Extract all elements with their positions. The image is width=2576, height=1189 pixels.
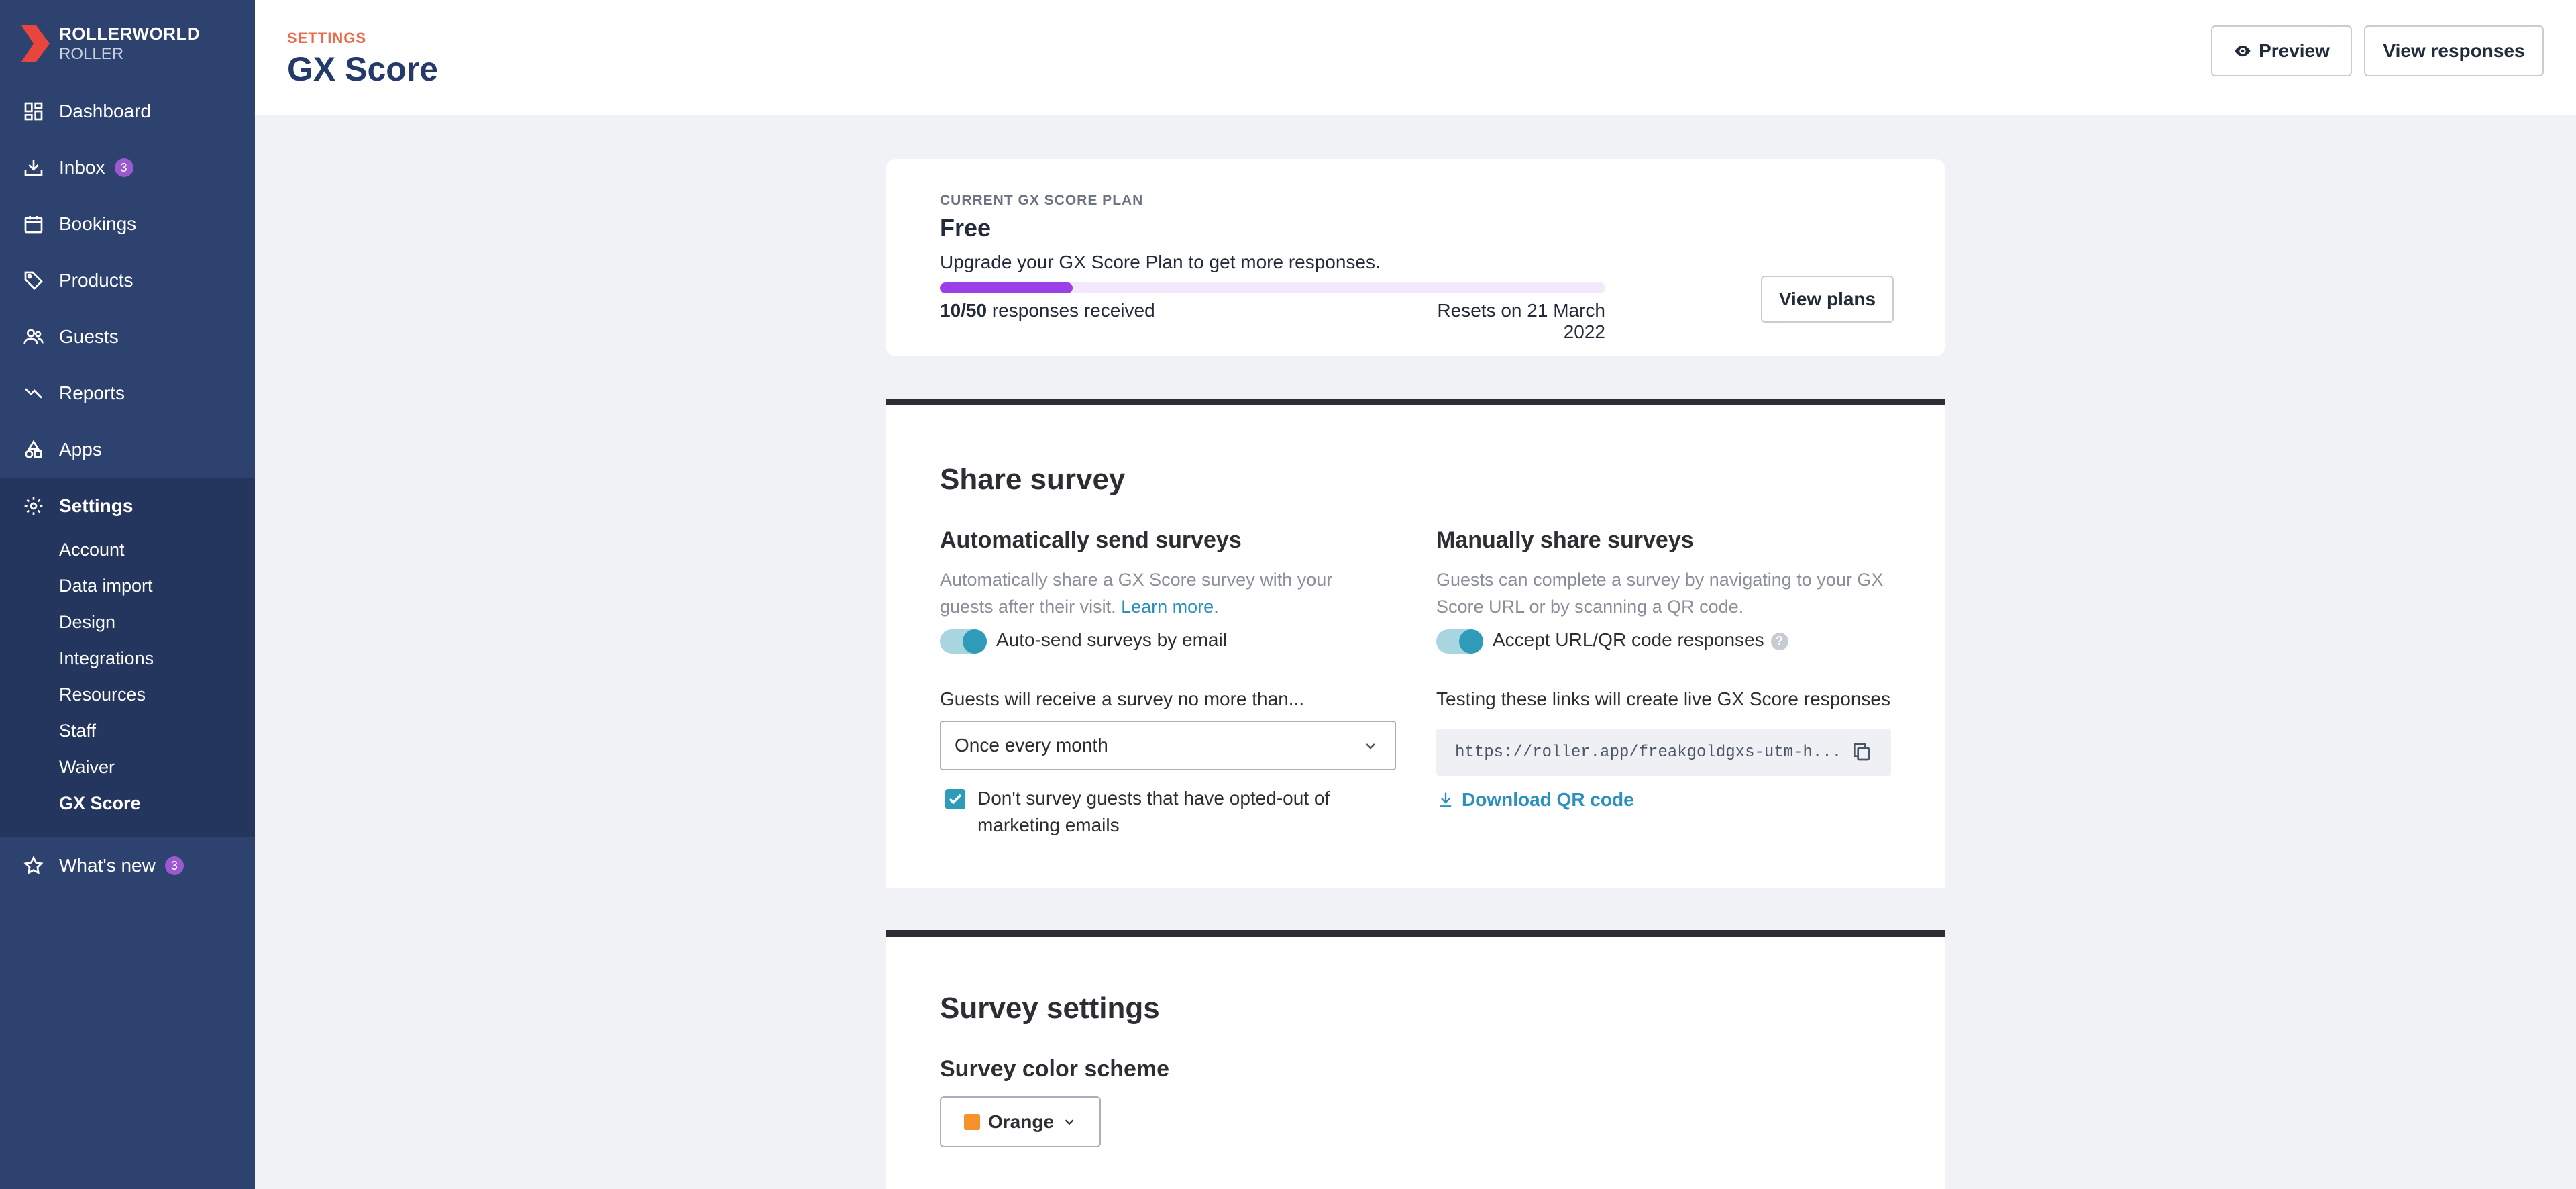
testing-note: Testing these links will create live GX … (1436, 688, 1890, 709)
survey-settings-title: Survey settings (940, 992, 1160, 1025)
breadcrumb[interactable]: SETTINGS (287, 30, 366, 47)
share-survey-title: Share survey (940, 463, 1126, 496)
checkmark-icon (949, 794, 962, 805)
sidebar-item-reports[interactable]: Reports (0, 365, 255, 421)
page-title: GX Score (287, 50, 439, 88)
help-icon[interactable]: ? (1770, 632, 1788, 650)
opt-out-checkbox[interactable] (945, 789, 965, 809)
guests-icon (23, 329, 44, 344)
sidebar-item-label: Guests (59, 326, 119, 347)
auto-send-title: Automatically send surveys (940, 527, 1242, 553)
roller-logo-icon (21, 25, 50, 62)
opt-out-checkbox-label: Don't survey guests that have opted-out … (977, 788, 1330, 835)
dashboard-icon (24, 102, 43, 121)
chevron-down-icon (1065, 1119, 1074, 1125)
sidebar-item-label: Reports (59, 382, 125, 403)
responses-count: 10/50 responses received (940, 300, 1155, 321)
tag-icon (24, 271, 43, 290)
sidebar-item-products[interactable]: Products (0, 252, 255, 309)
settings-sub-integrations[interactable]: Integrations (59, 648, 154, 669)
view-plans-button[interactable]: View plans (1761, 276, 1894, 323)
apps-icon (25, 440, 42, 458)
auto-send-toggle[interactable] (940, 629, 987, 654)
download-qr-link[interactable]: Download QR code (1436, 789, 1634, 811)
settings-sub-resources[interactable]: Resources (59, 684, 146, 705)
whats-new-badge: 3 (164, 856, 184, 875)
brand[interactable]: ROLLERWORLD ROLLER (20, 23, 200, 64)
sidebar-item-dashboard[interactable]: Dashboard (0, 83, 255, 140)
color-scheme-title: Survey color scheme (940, 1056, 1170, 1082)
manual-share-description: Guests can complete a survey by navigati… (1436, 570, 1884, 617)
download-qr-label: Download QR code (1462, 789, 1634, 810)
learn-more-link[interactable]: Learn more. (1121, 597, 1219, 617)
settings-sub-data-import[interactable]: Data import (59, 576, 153, 597)
plan-name: Free (940, 214, 991, 242)
chevron-down-icon (1366, 743, 1375, 749)
gear-icon (24, 497, 43, 515)
survey-url: https://roller.app/freakgoldgxs-utm-h... (1455, 743, 1842, 762)
sidebar-item-label: Dashboard (59, 101, 151, 121)
inbox-icon (24, 160, 43, 176)
settings-sub-waiver[interactable]: Waiver (59, 757, 115, 778)
accept-url-toggle-label: Accept URL/QR code responses? (1493, 629, 1788, 651)
sidebar-item-label: What's new (59, 855, 156, 876)
color-scheme-value: Orange (988, 1111, 1055, 1132)
share-survey-card: Share survey Automatically send surveys … (886, 399, 1945, 888)
sidebar-item-settings[interactable]: Settings (0, 478, 255, 534)
brand-sub: ROLLER (59, 45, 124, 63)
survey-url-field[interactable]: https://roller.app/freakgoldgxs-utm-h... (1436, 729, 1891, 776)
frequency-label: Guests will receive a survey no more tha… (940, 688, 1305, 709)
inbox-badge: 3 (114, 158, 133, 177)
sidebar-item-apps[interactable]: Apps (0, 421, 255, 478)
frequency-select[interactable]: Once every month (940, 721, 1396, 770)
brand-name: ROLLERWORLD (59, 23, 201, 44)
chart-line-icon (25, 388, 42, 399)
star-icon (23, 855, 44, 874)
plan-description: Upgrade your GX Score Plan to get more r… (940, 252, 1381, 272)
sidebar-item-label: Settings (59, 495, 133, 516)
copy-icon[interactable] (1851, 741, 1872, 762)
settings-sub-gx-score[interactable]: GX Score (59, 793, 141, 814)
settings-sub-design[interactable]: Design (59, 612, 115, 633)
settings-sub-staff[interactable]: Staff (59, 721, 96, 741)
view-responses-button[interactable]: View responses (2364, 25, 2544, 76)
sidebar-item-label: Apps (59, 439, 102, 460)
page-header: SETTINGS GX Score Preview View responses (255, 0, 2576, 115)
download-icon (1440, 792, 1452, 807)
preview-label: Preview (2259, 40, 2330, 61)
frequency-select-value: Once every month (955, 735, 1108, 756)
color-swatch (964, 1114, 980, 1130)
preview-button[interactable]: Preview (2211, 25, 2352, 76)
sidebar-item-guests[interactable]: Guests (0, 309, 255, 365)
auto-send-toggle-label: Auto-send surveys by email (996, 629, 1227, 650)
survey-settings-card: Survey settings Survey color scheme Oran… (886, 930, 1945, 1189)
plan-label: CURRENT GX SCORE PLAN (940, 193, 1144, 208)
sidebar-item-whats-new[interactable]: What's new 3 (0, 837, 255, 894)
sidebar-item-bookings[interactable]: Bookings (0, 196, 255, 252)
auto-send-description: Automatically share a GX Score survey wi… (940, 566, 1383, 620)
sidebar-item-label: Products (59, 270, 133, 291)
sidebar-item-label: Inbox (59, 157, 105, 178)
sidebar-item-inbox[interactable]: Inbox 3 (0, 140, 255, 196)
responses-progress-bar (940, 282, 1605, 293)
accept-url-label-text: Accept URL/QR code responses (1493, 629, 1764, 650)
responses-count-suffix: responses received (991, 300, 1155, 321)
sidebar-item-label: Bookings (59, 213, 137, 234)
plan-card: CURRENT GX SCORE PLAN Free Upgrade your … (886, 159, 1945, 356)
reset-date: Resets on 21 March 2022 (1437, 300, 1605, 342)
sidebar: ROLLERWORLD ROLLER Dashboard Inbox 3 Boo… (0, 0, 255, 1189)
calendar-icon (24, 216, 43, 234)
responses-count-value: 10/50 (940, 300, 987, 321)
progress-fill (940, 282, 1073, 293)
manual-share-title: Manually share surveys (1436, 527, 1694, 553)
accept-url-toggle[interactable] (1436, 629, 1483, 654)
color-scheme-dropdown[interactable]: Orange (940, 1096, 1101, 1147)
settings-sub-account[interactable]: Account (59, 539, 125, 560)
eye-icon (2235, 45, 2251, 57)
